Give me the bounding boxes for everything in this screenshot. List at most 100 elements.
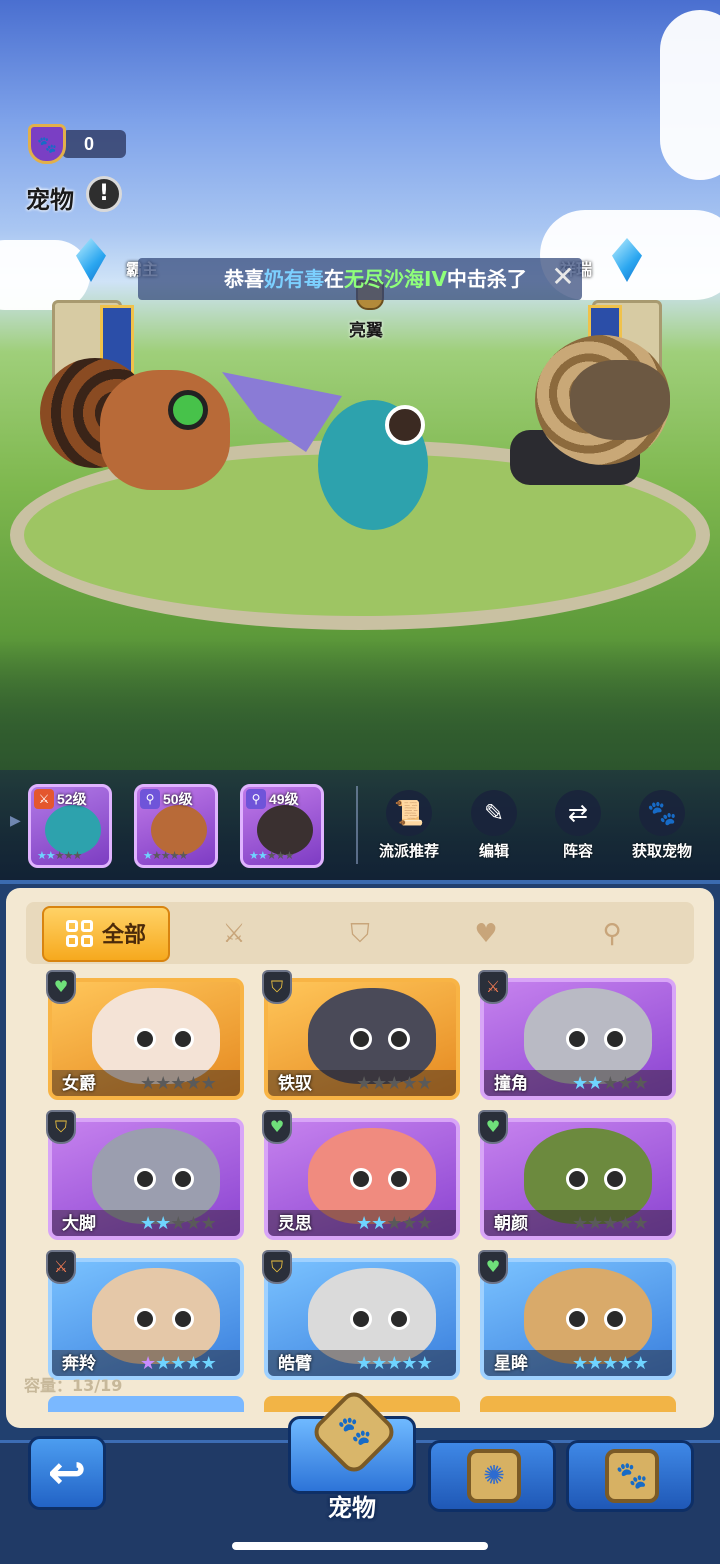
star-filled-icon: ★	[140, 1213, 156, 1234]
currency-badge[interactable]: 0 🐾	[28, 124, 126, 164]
pet-eye	[566, 1308, 588, 1330]
pet-eye	[388, 1168, 410, 1190]
star-empty-icon: ★	[371, 1073, 387, 1094]
page-title: 宠物	[26, 186, 74, 214]
star-filled-icon: ★	[155, 1353, 171, 1374]
swap-icon: ⇄	[555, 790, 601, 836]
star-filled-icon: ★	[155, 1213, 171, 1234]
pet-stars: ★★★★★	[140, 1353, 217, 1374]
announcement-location: 无尽沙海IV	[344, 267, 447, 291]
nav-tab-book[interactable]: 🐾	[566, 1440, 694, 1512]
pug-face	[570, 360, 670, 440]
lineup-stars: ★★★★★	[37, 849, 82, 862]
support-filter-icon[interactable]: ⚲	[582, 906, 642, 962]
school-recommend-button[interactable]: 📜 流派推荐	[369, 790, 449, 861]
pet-eye	[350, 1168, 372, 1190]
tab-all[interactable]: 全部	[42, 906, 170, 962]
star-filled-icon: ★	[371, 1353, 387, 1374]
tab-all-label: 全部	[101, 923, 146, 948]
close-icon[interactable]: ✕	[548, 262, 578, 292]
star-empty-icon: ★	[185, 1073, 201, 1094]
pet-eye	[566, 1028, 588, 1050]
star-empty-icon: ★	[602, 1213, 618, 1234]
attack-role-icon: ⚔	[478, 970, 508, 1004]
center-pet-name: 亮翼	[349, 321, 383, 341]
formation-button[interactable]: ⇄ 阵容	[538, 790, 618, 861]
star-empty-icon: ★	[356, 1073, 372, 1094]
star-filled-icon: ★	[386, 1353, 402, 1374]
announcement-banner: 恭喜奶有毒在无尽沙海IV中击杀了	[138, 258, 582, 300]
dragon-eye	[385, 405, 425, 445]
pet-stars: ★★★★★	[356, 1213, 433, 1234]
pet-name: 皓臂	[278, 1354, 312, 1374]
pet-card[interactable]: 女爵 ★★★★★	[48, 978, 244, 1100]
edit-button[interactable]: ✎ 编辑	[454, 790, 534, 861]
lineup-slot-3[interactable]: ⚲ 49级 ★★★★★	[240, 784, 324, 868]
star-filled-icon: ★	[617, 1353, 633, 1374]
star-filled-icon: ★	[572, 1073, 588, 1094]
action-label: 编辑	[478, 842, 509, 860]
back-button[interactable]: ↩	[28, 1436, 106, 1510]
info-icon[interactable]: !	[86, 176, 122, 212]
paw-icon: 🐾	[337, 1414, 372, 1447]
pet-card-peek	[48, 1396, 244, 1412]
attack-role-icon: ⚔	[46, 1250, 76, 1284]
pet-eye	[604, 1028, 626, 1050]
cloud	[660, 10, 720, 180]
pet-card[interactable]: 星眸 ★★★★★	[480, 1258, 676, 1380]
pet-name: 灵思	[278, 1214, 312, 1234]
lineup-slot-2[interactable]: ⚲ 50级 ★★★★★	[134, 784, 218, 868]
pet-name: 朝颜	[494, 1214, 528, 1234]
star-empty-icon: ★	[386, 1073, 402, 1094]
defense-role-icon: ⛉	[262, 970, 292, 1004]
heal-role-icon: ♥	[262, 1110, 292, 1144]
pet-card[interactable]: 灵思 ★★★★★	[264, 1118, 460, 1240]
pet-card[interactable]: 撞角 ★★★★★	[480, 978, 676, 1100]
pet-eye	[172, 1028, 194, 1050]
announcement-prefix: 恭喜	[224, 267, 264, 291]
star-filled-icon: ★	[371, 1213, 387, 1234]
pet-name: 女爵	[62, 1074, 96, 1094]
pet-eye	[172, 1308, 194, 1330]
pet-card[interactable]: 奔羚 ★★★★★	[48, 1258, 244, 1380]
pet-card[interactable]: 皓臂 ★★★★★	[264, 1258, 460, 1380]
lineup-level: 52级	[57, 791, 87, 807]
get-pet-button[interactable]: 🐾 获取宠物	[622, 790, 702, 861]
lineup-level: 50级	[163, 791, 193, 807]
lineup-level: 49级	[269, 791, 299, 807]
dragon-portrait	[45, 805, 101, 855]
pet-name: 铁驭	[278, 1074, 312, 1094]
star-empty-icon: ★	[185, 1213, 201, 1234]
action-label: 阵容	[562, 842, 593, 860]
star-empty-icon: ★	[587, 1213, 603, 1234]
pet-stars: ★★★★★	[572, 1073, 649, 1094]
action-label: 流派推荐	[378, 842, 439, 860]
pencil-icon: ✎	[471, 790, 517, 836]
pet-card[interactable]: 朝颜 ★★★★★	[480, 1118, 676, 1240]
chevron-right-icon[interactable]: ▶	[10, 813, 21, 829]
star-empty-icon: ★	[617, 1213, 633, 1234]
attack-filter-icon[interactable]: ⚔	[204, 906, 264, 962]
star-filled-icon: ★	[140, 1353, 156, 1374]
heal-role-icon: ♥	[478, 1110, 508, 1144]
star-filled-icon: ★	[602, 1353, 618, 1374]
action-label: 获取宠物	[631, 842, 692, 860]
heal-filter-icon[interactable]: ♥	[456, 906, 516, 962]
defense-filter-icon[interactable]: ⛉	[330, 906, 390, 962]
pet-stars: ★★★★★	[356, 1073, 433, 1094]
lineup-stars: ★★★★★	[143, 849, 188, 862]
pet-eye	[134, 1028, 156, 1050]
pet-card[interactable]: 大脚 ★★★★★	[48, 1118, 244, 1240]
nav-tab-pets-label: 宠物	[328, 1494, 376, 1522]
announcement-mid: 在	[324, 267, 344, 291]
capacity-label: 容量：13/19	[24, 1376, 123, 1395]
pet-eye	[172, 1168, 194, 1190]
nav-tab-rune[interactable]: ✺	[428, 1440, 556, 1512]
star-empty-icon: ★	[416, 1073, 433, 1094]
pug-portrait	[257, 805, 313, 855]
lineup-slot-1[interactable]: ⚔ 52级 ★★★★★	[28, 784, 112, 868]
attack-icon: ⚔	[34, 789, 54, 809]
paw-icon: 🐾	[639, 790, 685, 836]
pet-card[interactable]: 铁驭 ★★★★★	[264, 978, 460, 1100]
star-empty-icon: ★	[617, 1073, 633, 1094]
